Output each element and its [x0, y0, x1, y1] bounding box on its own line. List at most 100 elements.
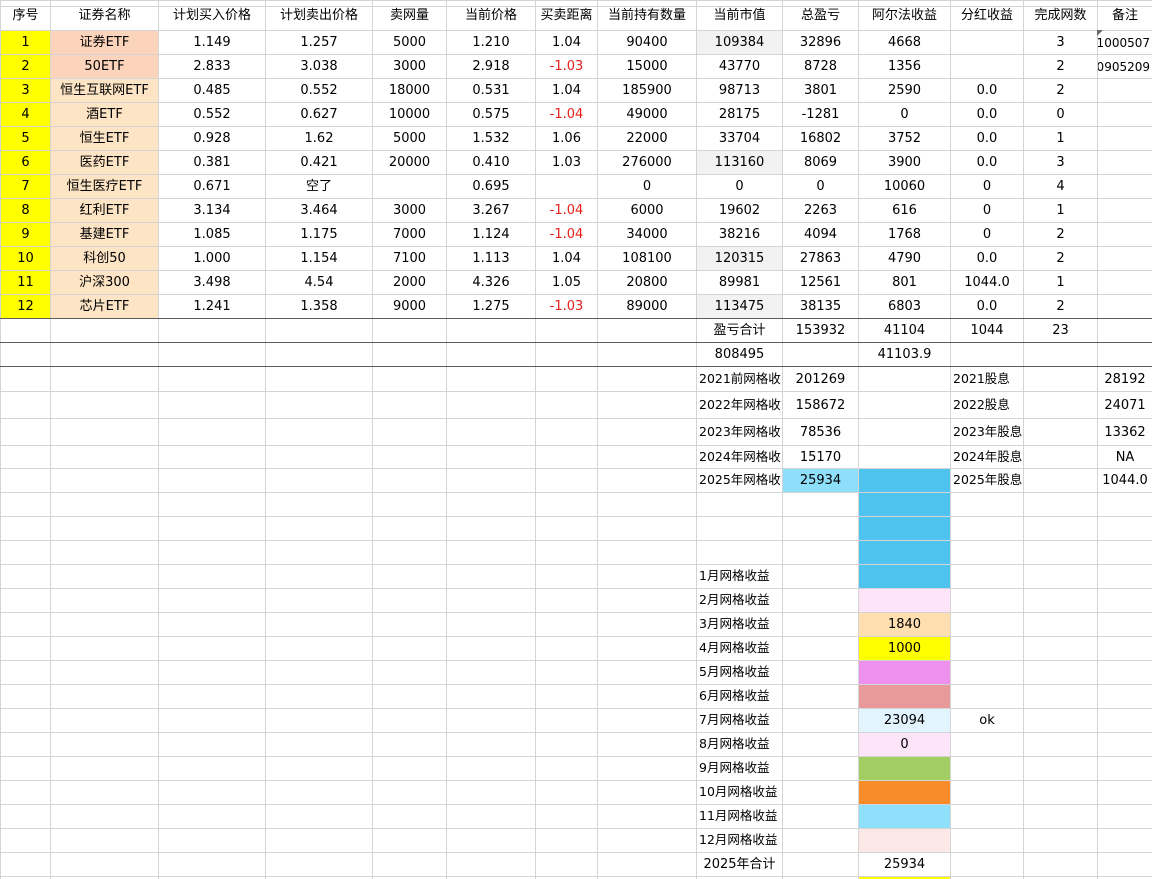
cell-r2-c4[interactable]: 3.038 [266, 55, 372, 78]
cell-r8-c2[interactable]: 红利ETF [51, 199, 158, 222]
cell-r11-c9[interactable]: 89981 [697, 271, 782, 294]
yearly-grid-label-2[interactable]: 2022年网格收 [697, 392, 782, 418]
yearly-grid-value-3[interactable]: 78536 [783, 419, 858, 445]
month7-note[interactable]: ok [951, 709, 1023, 732]
yearly-grid-value-1[interactable]: 201269 [783, 367, 858, 391]
cell-r12-c6[interactable]: 1.275 [447, 295, 535, 318]
yearly-dividend-value-1[interactable]: 28192 [1098, 367, 1152, 391]
cell-r3-c1[interactable]: 3 [1, 79, 50, 102]
cell-r6-c11[interactable]: 3900 [859, 151, 950, 174]
cell-r3-c11[interactable]: 2590 [859, 79, 950, 102]
cell-r6-c7[interactable]: 1.03 [536, 151, 597, 174]
cell-r9-c11[interactable]: 1768 [859, 223, 950, 246]
cell-r11-c2[interactable]: 沪深300 [51, 271, 158, 294]
cell-r9-c7[interactable]: -1.04 [536, 223, 597, 246]
yearly-dividend-label-5[interactable]: 2025年股息 [951, 469, 1023, 492]
cell-r9-c13[interactable]: 2 [1024, 223, 1097, 246]
yearly-grid-value-4[interactable]: 15170 [783, 446, 858, 468]
yearly-grid-label-4[interactable]: 2024年网格收 [697, 446, 782, 468]
cell-r1-c7[interactable]: 1.04 [536, 31, 597, 54]
cell-r3-c4[interactable]: 0.552 [266, 79, 372, 102]
monthly-value-12[interactable] [859, 829, 950, 852]
cell-r7-c4[interactable]: 空了 [266, 175, 372, 198]
cell-r11-c12[interactable]: 1044.0 [951, 271, 1023, 294]
cell-r4-c5[interactable]: 10000 [373, 103, 446, 126]
monthly-value-5[interactable] [859, 661, 950, 684]
cell-r2-c7[interactable]: -1.03 [536, 55, 597, 78]
cell-r8-c13[interactable]: 1 [1024, 199, 1097, 222]
cell-r6-c1[interactable]: 6 [1, 151, 50, 174]
cell-r4-c2[interactable]: 酒ETF [51, 103, 158, 126]
cell-r10-c7[interactable]: 1.04 [536, 247, 597, 270]
monthly-label-11[interactable]: 11月网格收益 [697, 805, 782, 828]
cell-r11-c10[interactable]: 12561 [783, 271, 858, 294]
cell-r10-c14[interactable] [1098, 247, 1152, 270]
cell-r3-c10[interactable]: 3801 [783, 79, 858, 102]
cell-r6-c14[interactable] [1098, 151, 1152, 174]
cell-r7-c6[interactable]: 0.695 [447, 175, 535, 198]
cell-r11-c13[interactable]: 1 [1024, 271, 1097, 294]
total-grids[interactable]: 23 [1024, 319, 1097, 342]
cell-r5-c1[interactable]: 5 [1, 127, 50, 150]
cell-r8-c11[interactable]: 616 [859, 199, 950, 222]
cell-r1-c3[interactable]: 1.149 [159, 31, 265, 54]
cell-r8-c3[interactable]: 3.134 [159, 199, 265, 222]
cell-r8-c6[interactable]: 3.267 [447, 199, 535, 222]
total-dividend[interactable]: 1044 [951, 319, 1023, 342]
cell-r10-c13[interactable]: 2 [1024, 247, 1097, 270]
cell-r9-c9[interactable]: 38216 [697, 223, 782, 246]
monthly-label-8[interactable]: 8月网格收益 [697, 733, 782, 756]
year-total-value[interactable]: 25934 [859, 853, 950, 876]
cell-r2-c12[interactable] [951, 55, 1023, 78]
cell-r11-c5[interactable]: 2000 [373, 271, 446, 294]
monthly-value-2[interactable] [859, 589, 950, 612]
yearly-dividend-value-5[interactable]: 1044.0 [1098, 469, 1152, 492]
monthly-label-1[interactable]: 1月网格收益 [697, 565, 782, 588]
cell-r2-c8[interactable]: 15000 [598, 55, 696, 78]
cell-r9-c2[interactable]: 基建ETF [51, 223, 158, 246]
cell-r4-c4[interactable]: 0.627 [266, 103, 372, 126]
cell-r6-c3[interactable]: 0.381 [159, 151, 265, 174]
cell-r1-c6[interactable]: 1.210 [447, 31, 535, 54]
cell-r6-c5[interactable]: 20000 [373, 151, 446, 174]
monthly-label-12[interactable]: 12月网格收益 [697, 829, 782, 852]
total-label[interactable]: 盈亏合计 [697, 319, 782, 342]
cell-r5-c6[interactable]: 1.532 [447, 127, 535, 150]
cell-r5-c9[interactable]: 33704 [697, 127, 782, 150]
total-pnl[interactable]: 153932 [783, 319, 858, 342]
cell-r3-c6[interactable]: 0.531 [447, 79, 535, 102]
cell-r1-c13[interactable]: 3 [1024, 31, 1097, 54]
monthly-label-3[interactable]: 3月网格收益 [697, 613, 782, 636]
cell-r1-c12[interactable] [951, 31, 1023, 54]
spreadsheet-grid[interactable]: 序号 证券名称 计划买入价格 计划卖出价格 卖网量 当前价格 买卖距离 当前持有数量 当前市值总… [0, 0, 1152, 879]
cell-r10-c5[interactable]: 7100 [373, 247, 446, 270]
cell-r6-c8[interactable]: 276000 [598, 151, 696, 174]
cell-r7-c5[interactable] [373, 175, 446, 198]
cell-r11-c11[interactable]: 801 [859, 271, 950, 294]
yearly-dividend-label-3[interactable]: 2023年股息 [951, 419, 1023, 445]
cell-r9-c6[interactable]: 1.124 [447, 223, 535, 246]
cell-r11-c7[interactable]: 1.05 [536, 271, 597, 294]
cell-r1-c9[interactable]: 109384 [697, 31, 782, 54]
cell-r5-c13[interactable]: 1 [1024, 127, 1097, 150]
cell-r12-c11[interactable]: 6803 [859, 295, 950, 318]
cell-r10-c6[interactable]: 1.113 [447, 247, 535, 270]
cell-r1-c10[interactable]: 32896 [783, 31, 858, 54]
monthly-value-9[interactable] [859, 757, 950, 780]
monthly-value-11[interactable] [859, 805, 950, 828]
cell-r4-c6[interactable]: 0.575 [447, 103, 535, 126]
cell-r8-c14[interactable] [1098, 199, 1152, 222]
cell-r4-c14[interactable] [1098, 103, 1152, 126]
cell-r12-c5[interactable]: 9000 [373, 295, 446, 318]
cell-r10-c3[interactable]: 1.000 [159, 247, 265, 270]
monthly-label-7[interactable]: 7月网格收益 [697, 709, 782, 732]
cell-r1-c5[interactable]: 5000 [373, 31, 446, 54]
cell-r8-c1[interactable]: 8 [1, 199, 50, 222]
yearly-grid-label-1[interactable]: 2021前网格收 [697, 367, 782, 391]
monthly-value-4[interactable]: 1000 [859, 637, 950, 660]
cell-r10-c4[interactable]: 1.154 [266, 247, 372, 270]
alpha-precise[interactable]: 41103.9 [859, 343, 950, 366]
cell-r9-c14[interactable] [1098, 223, 1152, 246]
cell-r9-c1[interactable]: 9 [1, 223, 50, 246]
blue-swatch-2[interactable] [859, 493, 950, 516]
